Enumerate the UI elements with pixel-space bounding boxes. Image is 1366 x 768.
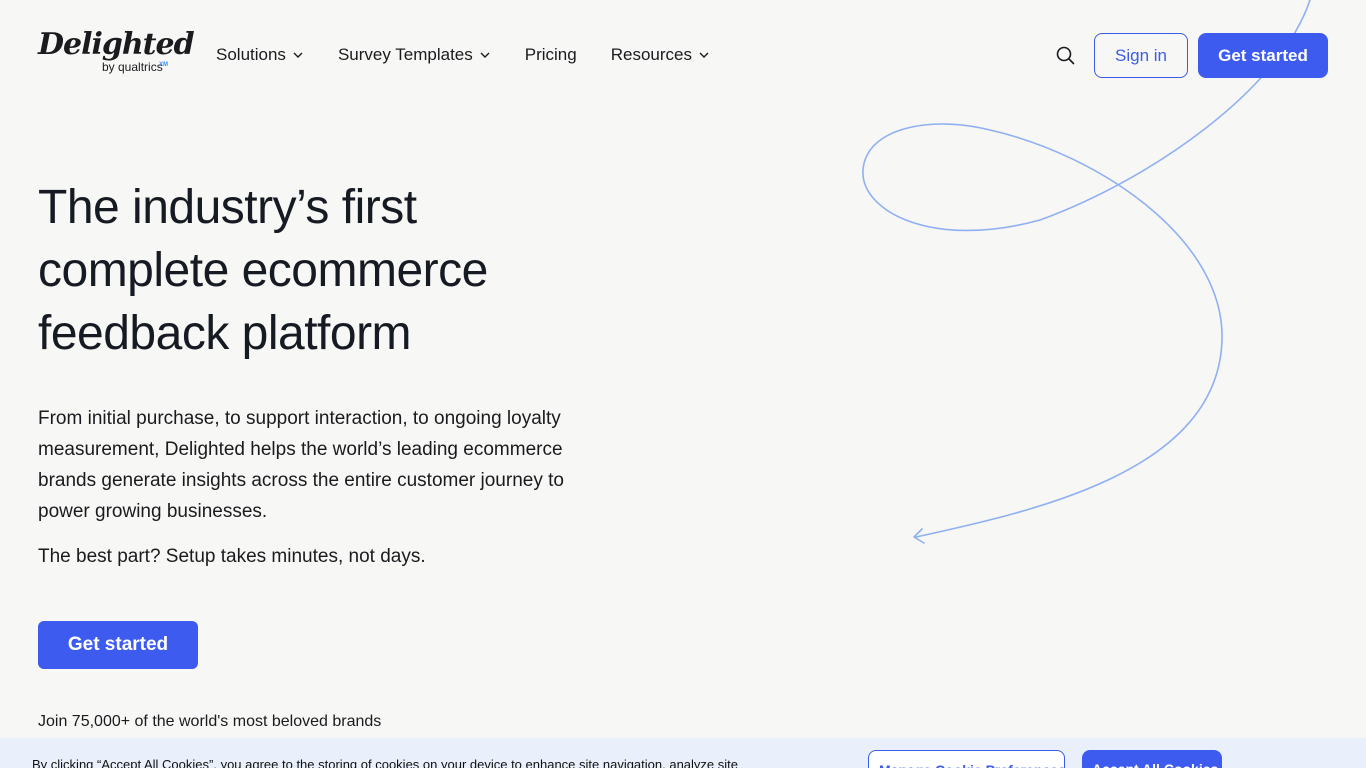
logo-wordmark: Delighted [38, 27, 195, 62]
hero-tagline: The best part? Setup takes minutes, not … [38, 546, 426, 567]
chevron-down-icon [480, 52, 490, 58]
nav-resources-label: Resources [610, 45, 692, 64]
accept-all-cookies-button[interactable]: Accept All Cookies [1082, 750, 1222, 768]
search-icon[interactable] [1054, 44, 1076, 66]
header-get-started-button[interactable]: Get started [1198, 33, 1328, 78]
hero-title-line-2: complete ecommerce [38, 244, 488, 297]
nav-pricing-label: Pricing [524, 45, 577, 64]
hero-title-line-1: The industry’s first [38, 181, 417, 234]
brands-count-text: Join 75,000+ of the world's most beloved… [38, 713, 382, 730]
main-nav: Solutions Survey Templates Pricing Resou… [216, 42, 744, 68]
sign-in-button[interactable]: Sign in [1094, 33, 1188, 78]
delighted-logo[interactable]: Delighted by qualtrics XM [38, 26, 195, 80]
cookie-banner: By clicking “Accept All Cookies”, you ag… [0, 738, 1366, 768]
logo-subtitle: by qualtrics [102, 60, 163, 74]
site-header: Delighted by qualtrics XM Solutions Surv… [0, 0, 1366, 110]
nav-survey-templates[interactable]: Survey Templates [338, 45, 491, 65]
chevron-down-icon [293, 52, 303, 58]
nav-survey-templates-label: Survey Templates [337, 45, 473, 64]
manage-cookie-preferences-button[interactable]: Manage Cookie Preferences [868, 750, 1065, 768]
hero-get-started-button[interactable]: Get started [38, 621, 198, 669]
hero-description: From initial purchase, to support intera… [38, 408, 564, 522]
logo-xm-mark: XM [159, 62, 168, 68]
nav-resources[interactable]: Resources [611, 45, 710, 65]
cookie-consent-text: By clicking “Accept All Cookies”, you ag… [32, 757, 738, 768]
hero-title-line-3: feedback platform [38, 307, 412, 360]
chevron-down-icon [699, 52, 709, 58]
nav-solutions-label: Solutions [216, 45, 286, 64]
nav-pricing[interactable]: Pricing [525, 45, 577, 65]
hero-title: The industry’s first complete ecommerce … [38, 176, 658, 365]
nav-solutions[interactable]: Solutions [216, 45, 304, 65]
decorative-swirl-line [862, 0, 1311, 544]
